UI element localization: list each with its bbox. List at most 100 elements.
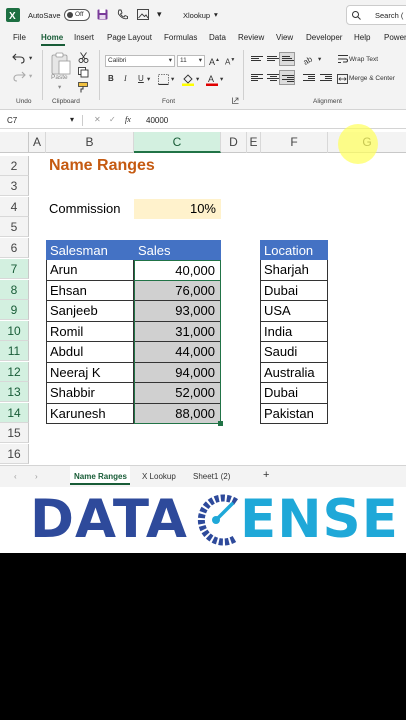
salesman-cell[interactable]: Romil	[46, 322, 134, 342]
borders-icon[interactable]	[158, 74, 169, 85]
salesman-cell[interactable]: Arun	[46, 260, 134, 281]
row-header[interactable]: 12	[0, 362, 29, 382]
align-center-icon[interactable]	[267, 73, 279, 83]
scroll-right-icon[interactable]: ›	[35, 472, 38, 481]
wrap-text-button[interactable]: Wrap Text	[349, 56, 378, 63]
font-name-select[interactable]: Calibri ▾	[105, 55, 175, 67]
paste-label[interactable]: Paste	[51, 74, 68, 81]
salesman-cell[interactable]: Sanjeeb	[46, 301, 134, 322]
commission-value[interactable]: 10%	[134, 199, 221, 219]
undo-dropdown-icon[interactable]: ▾	[29, 54, 32, 62]
name-box[interactable]: C7	[7, 116, 17, 125]
cut-icon[interactable]	[78, 52, 89, 63]
increase-font-icon[interactable]: A▲	[209, 54, 220, 68]
salesman-cell[interactable]: Ehsan	[46, 281, 134, 301]
tab-page-layout[interactable]: Page Layout	[107, 33, 152, 42]
sales-cell[interactable]: 88,000	[134, 404, 221, 424]
row-header[interactable]: 4	[0, 197, 29, 217]
row-header[interactable]: 6	[0, 238, 29, 258]
row-header[interactable]: 7	[0, 259, 29, 279]
column-header-f[interactable]: F	[261, 132, 328, 153]
tab-view[interactable]: View	[276, 33, 293, 42]
increase-indent-icon[interactable]	[320, 73, 332, 83]
chevron-down-icon[interactable]: ▾	[157, 9, 162, 20]
row-header[interactable]: 5	[0, 217, 29, 237]
borders-dropdown-icon[interactable]: ▾	[171, 75, 174, 83]
header-salesman[interactable]: Salesman	[46, 240, 134, 260]
fill-color-dropdown-icon[interactable]: ▾	[196, 75, 199, 83]
cancel-icon[interactable]: ✕	[94, 115, 101, 124]
location-cell[interactable]: Dubai	[260, 383, 328, 404]
scroll-left-icon[interactable]: ‹	[14, 472, 17, 481]
tab-home[interactable]: Home	[41, 33, 63, 42]
location-cell[interactable]: India	[260, 322, 328, 342]
paste-icon[interactable]	[50, 52, 72, 76]
header-sales[interactable]: Sales	[134, 240, 221, 260]
search-box[interactable]: Search (	[346, 5, 406, 25]
row-header[interactable]: 10	[0, 321, 29, 341]
row-header[interactable]: 11	[0, 341, 29, 361]
save-icon[interactable]	[97, 9, 108, 20]
name-box-chevron-icon[interactable]: ▾	[70, 115, 74, 124]
tab-developer[interactable]: Developer	[306, 33, 342, 42]
row-header[interactable]: 2	[0, 156, 29, 176]
sales-cell[interactable]: 93,000	[134, 301, 221, 322]
underline-button[interactable]: U	[138, 73, 144, 85]
paste-dropdown-icon[interactable]: ▾	[58, 83, 61, 91]
add-sheet-button[interactable]: +	[263, 469, 269, 481]
redo-icon[interactable]	[12, 70, 26, 82]
align-right-button-selected[interactable]	[279, 70, 295, 85]
header-location[interactable]: Location	[260, 240, 328, 260]
row-header[interactable]: 14	[0, 403, 29, 423]
tab-help[interactable]: Help	[354, 33, 370, 42]
decrease-indent-icon[interactable]	[303, 73, 315, 83]
insert-function-button[interactable]: fx	[125, 115, 131, 124]
orientation-icon[interactable]: ab	[303, 53, 317, 65]
salesman-cell[interactable]: Abdul	[46, 342, 134, 363]
tab-file[interactable]: File	[13, 33, 26, 42]
row-header[interactable]: 13	[0, 382, 29, 402]
column-header-b[interactable]: B	[46, 132, 134, 153]
orientation-dropdown-icon[interactable]: ▾	[318, 55, 321, 63]
align-middle-icon[interactable]	[267, 55, 279, 65]
sheet-title[interactable]: Name Ranges	[46, 156, 155, 176]
decrease-font-icon[interactable]: A▼	[225, 54, 235, 69]
italic-button[interactable]: I	[124, 73, 127, 85]
location-cell[interactable]: Saudi	[260, 342, 328, 363]
row-header[interactable]: 3	[0, 176, 29, 196]
salesman-cell[interactable]: Karunesh	[46, 404, 134, 424]
row-header[interactable]: 9	[0, 300, 29, 320]
align-left-icon[interactable]	[251, 73, 263, 83]
location-cell[interactable]: Pakistan	[260, 404, 328, 424]
sheet-tab-sheet1-2[interactable]: Sheet1 (2)	[193, 472, 230, 481]
sales-cell-active[interactable]: 40,000	[134, 260, 221, 281]
location-cell[interactable]: Sharjah	[260, 260, 328, 281]
phone-icon[interactable]	[117, 9, 128, 20]
redo-dropdown-icon[interactable]: ▾	[29, 72, 32, 80]
merge-center-icon[interactable]	[337, 74, 348, 84]
sheet-tab-name-ranges[interactable]: Name Ranges	[74, 472, 127, 481]
formula-input[interactable]: 40000	[146, 116, 168, 125]
tab-insert[interactable]: Insert	[74, 33, 94, 42]
undo-icon[interactable]	[12, 52, 26, 64]
location-cell[interactable]: USA	[260, 301, 328, 322]
row-header[interactable]: 8	[0, 280, 29, 300]
salesman-cell[interactable]: Shabbir	[46, 383, 134, 404]
sales-cell[interactable]: 44,000	[134, 342, 221, 363]
tab-formulas[interactable]: Formulas	[164, 33, 197, 42]
autosave-toggle[interactable]: Off	[64, 9, 90, 21]
font-color-dropdown-icon[interactable]: ▾	[220, 75, 223, 83]
enter-icon[interactable]: ✓	[109, 115, 116, 124]
location-cell[interactable]: Australia	[260, 363, 328, 383]
picture-icon[interactable]	[137, 9, 149, 20]
sales-cell[interactable]: 94,000	[134, 363, 221, 383]
format-painter-icon[interactable]	[78, 82, 89, 93]
sheet-tab-x-lookup[interactable]: X Lookup	[142, 472, 176, 481]
file-name-chevron-icon[interactable]: ▾	[214, 10, 218, 19]
salesman-cell[interactable]: Neeraj K	[46, 363, 134, 383]
column-header-c[interactable]: C	[134, 132, 221, 153]
align-bottom-button-selected[interactable]	[279, 52, 295, 66]
font-dialog-launcher-icon[interactable]	[232, 97, 239, 104]
file-name[interactable]: Xlookup	[183, 11, 210, 20]
fill-handle[interactable]	[218, 421, 223, 426]
